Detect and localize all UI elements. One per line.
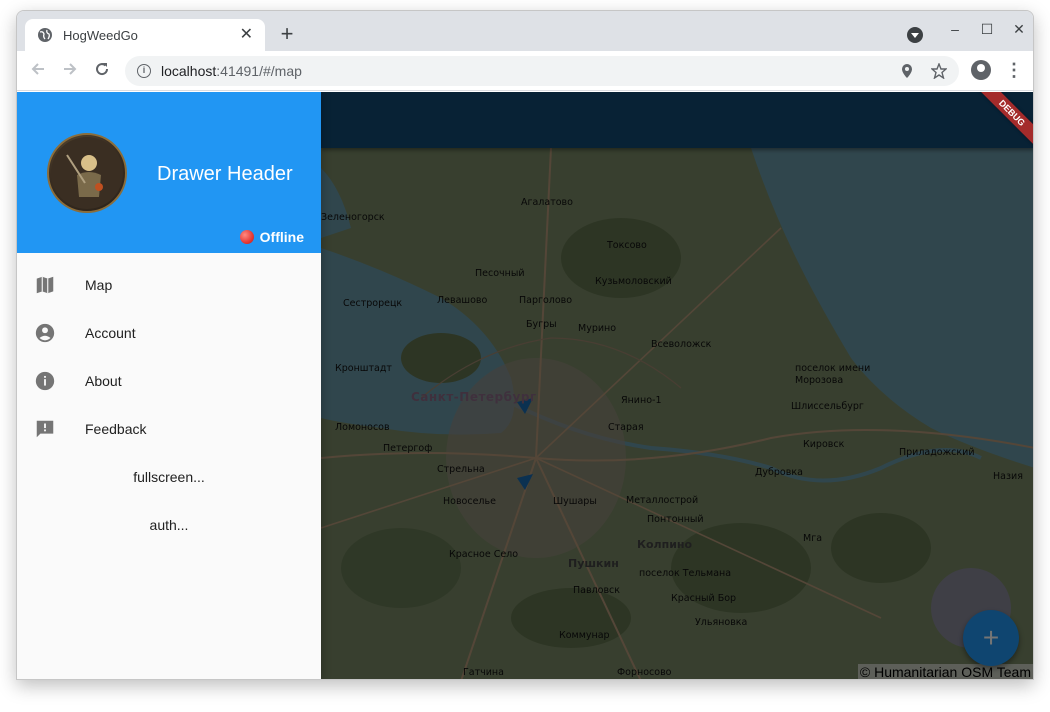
map-attribution[interactable]: © Humanitarian OSM Team	[857, 664, 1033, 679]
tab-search-icon[interactable]	[907, 27, 923, 43]
place-label-town: Пушкин	[568, 557, 619, 570]
avatar	[47, 133, 127, 213]
minimize-button[interactable]: –	[945, 21, 965, 37]
place-label: Гатчина	[463, 667, 504, 678]
place-label: Дубровка	[755, 467, 803, 478]
drawer-item-about[interactable]: About	[17, 357, 321, 405]
map-icon	[36, 276, 54, 294]
place-label: Левашово	[437, 295, 488, 306]
app-viewport: DEBUG Агалатово Токсово Песочный Кузьмол…	[17, 92, 1033, 679]
drawer-header: Drawer Header Offline	[17, 92, 321, 253]
place-label: Металлострой	[626, 495, 699, 506]
place-label: Форносово	[617, 667, 672, 678]
auth-button[interactable]: auth...	[17, 507, 321, 543]
site-info-icon[interactable]: i	[137, 64, 151, 78]
drawer-item-map[interactable]: Map	[17, 261, 321, 309]
status-offline-icon	[239, 230, 254, 244]
place-label: Агалатово	[521, 197, 573, 208]
connection-status: Offline	[239, 229, 304, 245]
drawer-item-label: Account	[85, 325, 136, 341]
address-bar[interactable]: i localhost:41491/#/map	[125, 56, 959, 86]
place-label: Сестрорецк	[343, 298, 403, 309]
drawer-item-label: Map	[85, 277, 113, 293]
place-label-town: Колпино	[637, 538, 693, 551]
place-label: Новоселье	[443, 496, 496, 507]
map-view[interactable]: DEBUG Агалатово Токсово Песочный Кузьмол…	[321, 92, 1033, 679]
place-label: Коммунар	[559, 630, 610, 641]
bookmark-star-icon[interactable]	[931, 63, 947, 79]
place-label-city: Санкт-Петербург	[411, 390, 537, 404]
reload-icon	[96, 63, 109, 76]
drawer-item-label: About	[85, 373, 122, 389]
add-report-button[interactable]: +	[963, 610, 1019, 666]
info-icon	[35, 371, 55, 391]
status-label: Offline	[259, 229, 304, 245]
place-label: Кронштадт	[335, 363, 392, 374]
drawer-item-label: Feedback	[85, 421, 147, 437]
url-host: localhost	[161, 63, 217, 79]
place-label: Янино-1	[621, 395, 662, 406]
profile-avatar-icon[interactable]	[971, 60, 991, 80]
place-label: Ульяновка	[695, 617, 748, 628]
arrow-right-icon	[64, 63, 77, 75]
place-label: Павловск	[573, 585, 621, 596]
place-label: Шушары	[553, 496, 597, 507]
globe-icon	[38, 28, 52, 42]
navigation-drawer: Drawer Header Offline Map Account About …	[17, 92, 321, 679]
place-label: Мга	[803, 533, 823, 544]
browser-window: HogWeedGo ✕ + – ☐ ✕ i localhost:41491/#/…	[16, 10, 1034, 680]
url-path: :41491/#/map	[216, 63, 302, 79]
app-bar	[321, 92, 1033, 148]
fullscreen-button[interactable]: fullscreen...	[17, 459, 321, 495]
place-label: Назия	[993, 471, 1023, 482]
place-label: Ломоносов	[335, 422, 390, 433]
browser-toolbar: i localhost:41491/#/map ⋮	[17, 51, 1033, 91]
place-label: Понтонный	[647, 514, 704, 525]
tab-hogweedgo[interactable]: HogWeedGo ✕	[25, 19, 265, 51]
tab-strip: HogWeedGo ✕ + – ☐ ✕	[17, 11, 1033, 51]
place-label: Красный Бор	[671, 593, 737, 604]
account-circle-icon	[35, 323, 55, 343]
place-label: Морозова	[795, 375, 844, 386]
knight-avatar-icon	[51, 137, 123, 209]
place-label: Старая	[608, 422, 644, 433]
close-window-button[interactable]: ✕	[1009, 21, 1029, 38]
place-label: поселок имени	[795, 363, 871, 374]
close-tab-icon[interactable]: ✕	[240, 27, 253, 43]
place-label: Песочный	[475, 268, 525, 279]
forward-button[interactable]	[59, 60, 81, 82]
place-label: Приладожский	[899, 447, 975, 458]
drawer-title: Drawer Header	[157, 163, 293, 185]
browser-menu-icon[interactable]: ⋮	[1005, 60, 1023, 80]
place-label: Мурино	[578, 323, 617, 334]
reload-button[interactable]	[91, 60, 113, 82]
place-label: Токсово	[607, 240, 647, 251]
arrow-left-icon	[31, 63, 44, 75]
place-label: Красное Село	[449, 549, 519, 560]
place-label: Шлиссельбург	[791, 401, 864, 412]
drawer-item-feedback[interactable]: Feedback	[17, 405, 321, 453]
feedback-icon	[36, 420, 54, 438]
maximize-button[interactable]: ☐	[977, 21, 997, 38]
place-label: Кировск	[803, 439, 845, 450]
place-label: Всеволожск	[651, 339, 712, 350]
new-tab-button[interactable]: +	[275, 22, 299, 46]
drawer-item-account[interactable]: Account	[17, 309, 321, 357]
place-label: Парголово	[519, 295, 573, 306]
place-label: Стрельна	[437, 464, 485, 475]
back-button[interactable]	[27, 60, 49, 82]
place-label: Зеленогорск	[321, 212, 385, 223]
tab-title: HogWeedGo	[63, 27, 138, 43]
location-pin-icon[interactable]	[901, 64, 913, 78]
place-label: Петергоф	[383, 443, 433, 454]
place-label: поселок Тельмана	[639, 568, 732, 579]
place-label: Кузьмоловский	[595, 276, 672, 287]
place-label: Бугры	[526, 319, 557, 330]
